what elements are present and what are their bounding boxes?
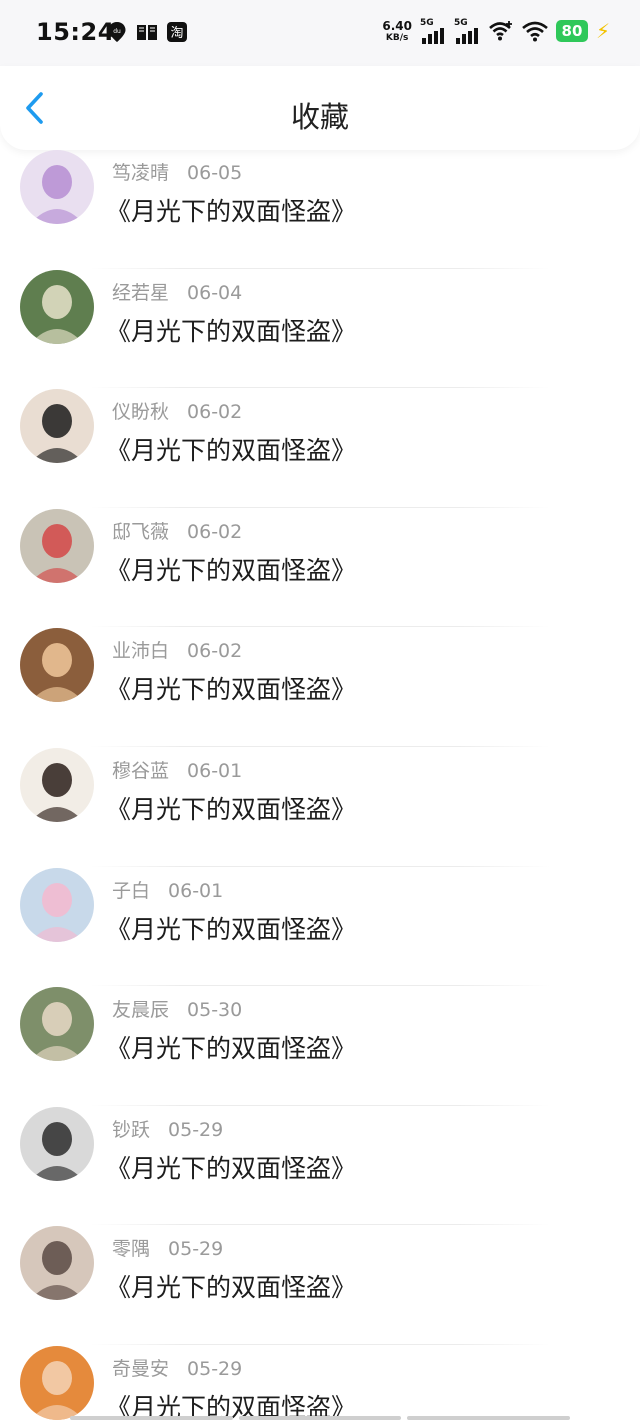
avatar[interactable] bbox=[20, 747, 94, 822]
avatar-image bbox=[20, 269, 94, 344]
svg-text:du: du bbox=[113, 28, 121, 35]
map-pin-icon: du bbox=[108, 22, 126, 42]
list-item[interactable]: 邸飞薇 06-02 《月光下的双面怪盗》 bbox=[0, 508, 640, 628]
user-name: 友晨辰 bbox=[112, 999, 170, 1022]
item-date: 05-29 bbox=[168, 1238, 224, 1261]
user-name: 经若星 bbox=[112, 281, 170, 304]
avatar[interactable] bbox=[20, 150, 94, 224]
status-indicators: 6.40 KB/s 5G 5G 80 ⚡ bbox=[382, 18, 610, 44]
avatar[interactable] bbox=[20, 389, 94, 464]
user-name: 子白 bbox=[112, 879, 151, 902]
user-name: 穆谷蓝 bbox=[112, 759, 170, 782]
wifi-icon bbox=[522, 21, 548, 42]
page-title: 收藏 bbox=[290, 100, 349, 134]
item-meta: 仪盼秋 06-02 bbox=[112, 397, 242, 424]
item-meta: 笃凌晴 06-05 bbox=[112, 158, 242, 185]
list-item[interactable]: 穆谷蓝 06-01 《月光下的双面怪盗》 bbox=[0, 747, 640, 867]
favorites-list: 笃凌晴 06-05 《月光下的双面怪盗》 经若星 06-04 《月光下的双面怪盗》 … bbox=[0, 150, 640, 1422]
item-date: 05-29 bbox=[187, 1357, 243, 1380]
avatar-image bbox=[20, 1106, 94, 1181]
item-meta: 邸飞薇 06-02 bbox=[112, 517, 242, 544]
status-app-icons: du 淘 bbox=[106, 21, 188, 43]
avatar[interactable] bbox=[20, 1345, 94, 1420]
book-title[interactable]: 《月光下的双面怪盗》 bbox=[106, 670, 356, 706]
item-meta: 钞跃 05-29 bbox=[112, 1115, 223, 1142]
avatar-image bbox=[20, 389, 94, 464]
list-item[interactable]: 零隅 05-29 《月光下的双面怪盗》 bbox=[0, 1225, 640, 1345]
avatar-image bbox=[20, 867, 94, 942]
list-item[interactable]: 仪盼秋 06-02 《月光下的双面怪盗》 bbox=[0, 388, 640, 508]
avatar[interactable] bbox=[20, 628, 94, 703]
item-meta: 经若星 06-04 bbox=[112, 278, 242, 305]
book-title[interactable]: 《月光下的双面怪盗》 bbox=[106, 910, 356, 946]
avatar[interactable] bbox=[20, 987, 94, 1062]
item-date: 06-05 bbox=[187, 162, 243, 184]
item-meta: 穆谷蓝 06-01 bbox=[112, 756, 242, 783]
status-bar: 15:24 du 淘 6.40 KB/s 5G 5G 80 ⚡ bbox=[0, 0, 640, 66]
user-name: 笃凌晴 bbox=[112, 162, 170, 184]
list-item[interactable]: 业沛白 06-02 《月光下的双面怪盗》 bbox=[0, 627, 640, 747]
item-date: 06-02 bbox=[187, 520, 243, 543]
avatar-image bbox=[20, 987, 94, 1062]
list-item[interactable]: 笃凌晴 06-05 《月光下的双面怪盗》 bbox=[0, 149, 640, 269]
user-name: 仪盼秋 bbox=[112, 401, 170, 424]
book-title[interactable]: 《月光下的双面怪盗》 bbox=[106, 551, 356, 587]
list-item[interactable]: 钞跃 05-29 《月光下的双面怪盗》 bbox=[0, 1106, 640, 1226]
list-item[interactable]: 友晨辰 05-30 《月光下的双面怪盗》 bbox=[0, 986, 640, 1106]
book-title[interactable]: 《月光下的双面怪盗》 bbox=[106, 192, 356, 228]
battery-indicator: 80 bbox=[555, 20, 588, 42]
list-item[interactable]: 经若星 06-04 《月光下的双面怪盗》 bbox=[0, 269, 640, 389]
item-date: 06-02 bbox=[187, 640, 243, 663]
avatar[interactable] bbox=[20, 269, 94, 344]
book-title[interactable]: 《月光下的双面怪盗》 bbox=[106, 1268, 356, 1304]
item-date: 05-29 bbox=[168, 1118, 224, 1141]
user-name: 钞跃 bbox=[112, 1118, 151, 1141]
item-date: 05-30 bbox=[187, 999, 243, 1022]
book-title[interactable]: 《月光下的双面怪盗》 bbox=[106, 312, 356, 348]
avatar-image bbox=[20, 508, 94, 583]
user-name: 邸飞薇 bbox=[112, 520, 170, 543]
taobao-icon: 淘 bbox=[167, 22, 187, 42]
list-item[interactable]: 奇曼安 05-29 《月光下的双面怪盗》 bbox=[0, 1345, 640, 1422]
item-meta: 奇曼安 05-29 bbox=[112, 1354, 242, 1381]
avatar-image bbox=[20, 150, 94, 224]
user-name: 零隅 bbox=[112, 1238, 151, 1261]
book-title[interactable]: 《月光下的双面怪盗》 bbox=[106, 790, 356, 826]
avatar-image bbox=[20, 1345, 94, 1420]
bottom-scroll-indicator bbox=[70, 1416, 571, 1420]
avatar[interactable] bbox=[20, 1226, 94, 1301]
avatar[interactable] bbox=[20, 867, 94, 942]
item-date: 06-01 bbox=[187, 759, 243, 782]
wifi-plus-icon bbox=[489, 21, 512, 41]
avatar-image bbox=[20, 747, 94, 822]
charging-icon: ⚡ bbox=[595, 19, 610, 43]
item-meta: 子白 06-01 bbox=[112, 876, 223, 903]
book-title[interactable]: 《月光下的双面怪盗》 bbox=[106, 431, 356, 467]
avatar[interactable] bbox=[20, 508, 94, 583]
list-item[interactable]: 子白 06-01 《月光下的双面怪盗》 bbox=[0, 867, 640, 987]
avatar[interactable] bbox=[20, 1106, 94, 1181]
net-speed: 6.40 KB/s bbox=[382, 18, 412, 43]
book-title[interactable]: 《月光下的双面怪盗》 bbox=[106, 1029, 356, 1065]
book-title[interactable]: 《月光下的双面怪盗》 bbox=[106, 1149, 356, 1185]
svg-text:淘: 淘 bbox=[170, 26, 183, 41]
status-time: 15:24 bbox=[36, 18, 115, 46]
signal-5g-2-icon: 5G bbox=[454, 18, 480, 44]
item-meta: 友晨辰 05-30 bbox=[112, 995, 242, 1022]
top-nav-bar: 收藏 bbox=[0, 66, 640, 150]
signal-5g-1-icon: 5G bbox=[420, 18, 446, 44]
book-icon bbox=[137, 25, 157, 40]
item-date: 06-02 bbox=[187, 401, 243, 424]
item-meta: 零隅 05-29 bbox=[112, 1234, 223, 1261]
favorites-screen: 15:24 du 淘 6.40 KB/s 5G 5G 80 ⚡ 收藏 笃凌晴 0… bbox=[0, 0, 640, 1422]
user-name: 业沛白 bbox=[112, 640, 170, 663]
avatar-image bbox=[20, 1226, 94, 1301]
item-date: 06-04 bbox=[187, 281, 243, 304]
item-date: 06-01 bbox=[168, 879, 224, 902]
avatar-image bbox=[20, 628, 94, 703]
item-meta: 业沛白 06-02 bbox=[112, 636, 242, 663]
user-name: 奇曼安 bbox=[112, 1357, 170, 1380]
